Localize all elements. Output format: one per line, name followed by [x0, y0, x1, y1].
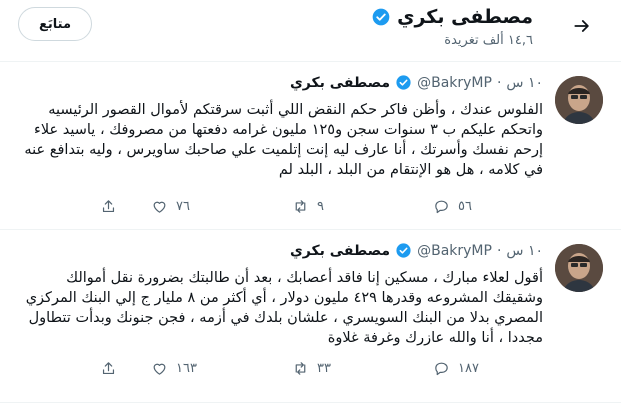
like-count: ١٦٣ — [176, 361, 197, 376]
separator-dot: · — [496, 242, 502, 259]
verified-badge-icon — [371, 7, 391, 27]
tweet-time[interactable]: ١٠ س — [506, 243, 543, 259]
like-button[interactable]: ٧٦ — [151, 198, 261, 215]
retweet-icon — [295, 200, 306, 213]
author-handle[interactable]: @BakryMP — [417, 243, 492, 259]
retweet-icon — [295, 362, 306, 375]
tweet-meta: مصطفى بكري @BakryMP · ١٠ س — [290, 74, 543, 91]
author-name[interactable]: مصطفى بكري — [290, 243, 390, 259]
tweet-text: الفلوس عندك ، وأظن فاكر حكم النقض اللي أ… — [24, 102, 543, 178]
share-button[interactable] — [100, 198, 120, 215]
verified-badge-icon — [395, 242, 412, 259]
tweet-meta: مصطفى بكري @BakryMP · ١٠ س — [290, 242, 543, 259]
reply-icon — [435, 362, 448, 376]
tweet-time[interactable]: ١٠ س — [506, 75, 543, 91]
following-button[interactable]: متابَع — [18, 7, 92, 41]
header-name: مصطفى بكري — [397, 6, 533, 28]
tweet-actions: ٥٦ ٩ ٧٦ — [100, 198, 543, 215]
heart-icon — [153, 363, 166, 375]
author-name[interactable]: مصطفى بكري — [290, 75, 390, 91]
avatar[interactable] — [555, 244, 603, 292]
arrow-right-icon — [574, 20, 589, 32]
reply-count: ٥٦ — [458, 199, 472, 214]
separator-dot: · — [496, 74, 502, 91]
profile-header: مصطفى بكري ١٤,٦ ألف تغريدة متابَع — [0, 0, 621, 62]
tweet-text: أقول لعلاء مبارك ، مسكين إنا فاقد أعصابك… — [25, 270, 543, 346]
tweet-count: ١٤,٦ ألف تغريدة — [444, 33, 533, 48]
like-button[interactable]: ١٦٣ — [151, 360, 261, 377]
reply-count: ١٨٧ — [458, 361, 479, 376]
share-button[interactable] — [100, 360, 120, 377]
reply-icon — [435, 200, 448, 214]
share-icon — [102, 200, 115, 213]
verified-badge-icon — [395, 74, 412, 91]
author-handle[interactable]: @BakryMP — [417, 75, 492, 91]
avatar[interactable] — [555, 76, 603, 124]
retweet-count: ٣٣ — [317, 361, 331, 376]
back-button[interactable] — [567, 11, 597, 41]
retweet-button[interactable]: ٩ — [292, 198, 402, 215]
share-icon — [102, 362, 115, 375]
retweet-count: ٩ — [317, 199, 324, 214]
heart-icon — [153, 201, 166, 213]
tweet[interactable]: مصطفى بكري @BakryMP · ١٠ س الفلوس عندك ،… — [0, 62, 621, 230]
tweet-actions: ١٨٧ ٣٣ ١٦٣ — [100, 360, 543, 377]
reply-button[interactable]: ١٨٧ — [433, 360, 543, 377]
tweet[interactable]: مصطفى بكري @BakryMP · ١٠ س أقول لعلاء مب… — [0, 230, 621, 403]
header-name-row: مصطفى بكري — [371, 6, 533, 28]
like-count: ٧٦ — [176, 199, 190, 214]
retweet-button[interactable]: ٣٣ — [292, 360, 402, 377]
reply-button[interactable]: ٥٦ — [433, 198, 543, 215]
